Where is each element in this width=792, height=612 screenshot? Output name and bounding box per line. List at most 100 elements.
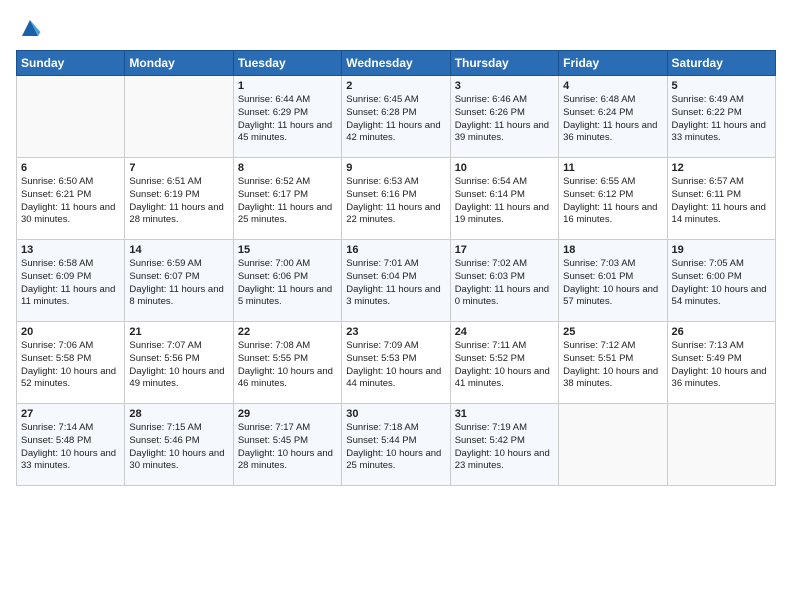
day-info: Sunrise: 6:48 AM Sunset: 6:24 PM Dayligh… xyxy=(563,94,662,145)
daylight-text: Daylight: 11 hours and 3 minutes. xyxy=(346,284,440,308)
day-number: 22 xyxy=(238,326,337,338)
calendar-cell: 31 Sunrise: 7:19 AM Sunset: 5:42 PM Dayl… xyxy=(450,404,558,486)
calendar-cell xyxy=(125,76,233,158)
daylight-text: Daylight: 11 hours and 45 minutes. xyxy=(238,120,332,144)
day-number: 11 xyxy=(563,162,662,174)
sunrise-text: Sunrise: 7:02 AM xyxy=(455,258,527,269)
calendar-cell: 20 Sunrise: 7:06 AM Sunset: 5:58 PM Dayl… xyxy=(17,322,125,404)
calendar-cell xyxy=(559,404,667,486)
sunrise-text: Sunrise: 6:49 AM xyxy=(672,94,744,105)
sunrise-text: Sunrise: 6:53 AM xyxy=(346,176,418,187)
daylight-text: Daylight: 11 hours and 33 minutes. xyxy=(672,120,766,144)
weekday-header-wednesday: Wednesday xyxy=(342,51,450,76)
weekday-header-monday: Monday xyxy=(125,51,233,76)
calendar-cell: 15 Sunrise: 7:00 AM Sunset: 6:06 PM Dayl… xyxy=(233,240,341,322)
sunrise-text: Sunrise: 7:14 AM xyxy=(21,422,93,433)
daylight-text: Daylight: 10 hours and 57 minutes. xyxy=(563,284,658,308)
sunset-text: Sunset: 5:56 PM xyxy=(129,353,199,364)
sunrise-text: Sunrise: 6:45 AM xyxy=(346,94,418,105)
daylight-text: Daylight: 10 hours and 33 minutes. xyxy=(21,448,116,472)
calendar-cell: 22 Sunrise: 7:08 AM Sunset: 5:55 PM Dayl… xyxy=(233,322,341,404)
sunrise-text: Sunrise: 7:06 AM xyxy=(21,340,93,351)
calendar-cell: 7 Sunrise: 6:51 AM Sunset: 6:19 PM Dayli… xyxy=(125,158,233,240)
day-number: 19 xyxy=(672,244,771,256)
day-info: Sunrise: 7:05 AM Sunset: 6:00 PM Dayligh… xyxy=(672,258,771,309)
calendar-cell: 9 Sunrise: 6:53 AM Sunset: 6:16 PM Dayli… xyxy=(342,158,450,240)
day-number: 18 xyxy=(563,244,662,256)
sunrise-text: Sunrise: 6:54 AM xyxy=(455,176,527,187)
sunrise-text: Sunrise: 6:50 AM xyxy=(21,176,93,187)
week-row-4: 20 Sunrise: 7:06 AM Sunset: 5:58 PM Dayl… xyxy=(17,322,776,404)
calendar-cell: 16 Sunrise: 7:01 AM Sunset: 6:04 PM Dayl… xyxy=(342,240,450,322)
calendar-cell: 14 Sunrise: 6:59 AM Sunset: 6:07 PM Dayl… xyxy=(125,240,233,322)
calendar-cell: 29 Sunrise: 7:17 AM Sunset: 5:45 PM Dayl… xyxy=(233,404,341,486)
calendar-cell: 11 Sunrise: 6:55 AM Sunset: 6:12 PM Dayl… xyxy=(559,158,667,240)
weekday-header-sunday: Sunday xyxy=(17,51,125,76)
page-header xyxy=(16,16,776,40)
day-number: 9 xyxy=(346,162,445,174)
week-row-1: 1 Sunrise: 6:44 AM Sunset: 6:29 PM Dayli… xyxy=(17,76,776,158)
sunset-text: Sunset: 5:58 PM xyxy=(21,353,91,364)
sunrise-text: Sunrise: 7:17 AM xyxy=(238,422,310,433)
day-number: 26 xyxy=(672,326,771,338)
daylight-text: Daylight: 10 hours and 38 minutes. xyxy=(563,366,658,390)
day-info: Sunrise: 6:57 AM Sunset: 6:11 PM Dayligh… xyxy=(672,176,771,227)
calendar-cell: 1 Sunrise: 6:44 AM Sunset: 6:29 PM Dayli… xyxy=(233,76,341,158)
calendar-cell: 5 Sunrise: 6:49 AM Sunset: 6:22 PM Dayli… xyxy=(667,76,775,158)
sunset-text: Sunset: 6:12 PM xyxy=(563,189,633,200)
week-row-2: 6 Sunrise: 6:50 AM Sunset: 6:21 PM Dayli… xyxy=(17,158,776,240)
sunset-text: Sunset: 6:29 PM xyxy=(238,107,308,118)
sunset-text: Sunset: 6:14 PM xyxy=(455,189,525,200)
daylight-text: Daylight: 11 hours and 11 minutes. xyxy=(21,284,115,308)
day-number: 17 xyxy=(455,244,554,256)
day-info: Sunrise: 6:58 AM Sunset: 6:09 PM Dayligh… xyxy=(21,258,120,309)
sunrise-text: Sunrise: 7:12 AM xyxy=(563,340,635,351)
week-row-5: 27 Sunrise: 7:14 AM Sunset: 5:48 PM Dayl… xyxy=(17,404,776,486)
day-number: 25 xyxy=(563,326,662,338)
sunset-text: Sunset: 6:19 PM xyxy=(129,189,199,200)
daylight-text: Daylight: 10 hours and 28 minutes. xyxy=(238,448,333,472)
sunrise-text: Sunrise: 7:15 AM xyxy=(129,422,201,433)
day-number: 15 xyxy=(238,244,337,256)
day-number: 6 xyxy=(21,162,120,174)
logo-icon xyxy=(18,16,42,40)
day-number: 3 xyxy=(455,80,554,92)
day-info: Sunrise: 6:44 AM Sunset: 6:29 PM Dayligh… xyxy=(238,94,337,145)
sunset-text: Sunset: 6:24 PM xyxy=(563,107,633,118)
sunrise-text: Sunrise: 7:08 AM xyxy=(238,340,310,351)
day-number: 27 xyxy=(21,408,120,420)
calendar-cell: 10 Sunrise: 6:54 AM Sunset: 6:14 PM Dayl… xyxy=(450,158,558,240)
day-number: 10 xyxy=(455,162,554,174)
sunset-text: Sunset: 5:42 PM xyxy=(455,435,525,446)
day-number: 2 xyxy=(346,80,445,92)
sunset-text: Sunset: 5:49 PM xyxy=(672,353,742,364)
calendar-cell: 23 Sunrise: 7:09 AM Sunset: 5:53 PM Dayl… xyxy=(342,322,450,404)
day-info: Sunrise: 6:53 AM Sunset: 6:16 PM Dayligh… xyxy=(346,176,445,227)
calendar-cell: 3 Sunrise: 6:46 AM Sunset: 6:26 PM Dayli… xyxy=(450,76,558,158)
day-info: Sunrise: 7:07 AM Sunset: 5:56 PM Dayligh… xyxy=(129,340,228,391)
sunrise-text: Sunrise: 6:51 AM xyxy=(129,176,201,187)
daylight-text: Daylight: 10 hours and 44 minutes. xyxy=(346,366,441,390)
day-number: 16 xyxy=(346,244,445,256)
sunset-text: Sunset: 6:21 PM xyxy=(21,189,91,200)
day-info: Sunrise: 7:03 AM Sunset: 6:01 PM Dayligh… xyxy=(563,258,662,309)
daylight-text: Daylight: 11 hours and 16 minutes. xyxy=(563,202,657,226)
daylight-text: Daylight: 11 hours and 0 minutes. xyxy=(455,284,549,308)
weekday-header-thursday: Thursday xyxy=(450,51,558,76)
day-info: Sunrise: 7:06 AM Sunset: 5:58 PM Dayligh… xyxy=(21,340,120,391)
calendar-cell: 17 Sunrise: 7:02 AM Sunset: 6:03 PM Dayl… xyxy=(450,240,558,322)
day-number: 23 xyxy=(346,326,445,338)
sunset-text: Sunset: 6:07 PM xyxy=(129,271,199,282)
day-info: Sunrise: 7:13 AM Sunset: 5:49 PM Dayligh… xyxy=(672,340,771,391)
daylight-text: Daylight: 10 hours and 36 minutes. xyxy=(672,366,767,390)
day-info: Sunrise: 6:45 AM Sunset: 6:28 PM Dayligh… xyxy=(346,94,445,145)
day-number: 4 xyxy=(563,80,662,92)
day-info: Sunrise: 6:59 AM Sunset: 6:07 PM Dayligh… xyxy=(129,258,228,309)
sunset-text: Sunset: 5:48 PM xyxy=(21,435,91,446)
calendar-cell: 26 Sunrise: 7:13 AM Sunset: 5:49 PM Dayl… xyxy=(667,322,775,404)
calendar-cell: 13 Sunrise: 6:58 AM Sunset: 6:09 PM Dayl… xyxy=(17,240,125,322)
sunrise-text: Sunrise: 6:59 AM xyxy=(129,258,201,269)
sunset-text: Sunset: 6:28 PM xyxy=(346,107,416,118)
calendar-cell: 6 Sunrise: 6:50 AM Sunset: 6:21 PM Dayli… xyxy=(17,158,125,240)
sunrise-text: Sunrise: 7:01 AM xyxy=(346,258,418,269)
